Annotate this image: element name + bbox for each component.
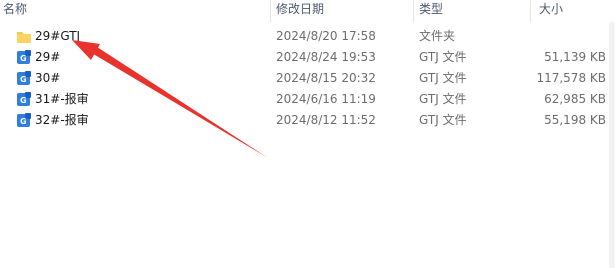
file-row[interactable]: G 31#-报审 2024/6/16 11:19 GTJ 文件 62,985 KB bbox=[0, 89, 606, 110]
gtj-file-icon: G bbox=[16, 71, 32, 86]
svg-text:G: G bbox=[20, 117, 27, 126]
svg-text:G: G bbox=[20, 54, 27, 63]
file-name: 29# bbox=[35, 50, 61, 64]
folder-icon bbox=[16, 29, 32, 44]
gtj-file-icon: G bbox=[16, 50, 32, 65]
column-divider[interactable] bbox=[413, 0, 414, 22]
file-type: GTJ 文件 bbox=[419, 113, 467, 127]
svg-text:G: G bbox=[20, 96, 27, 105]
file-size: 55,198 KB bbox=[544, 113, 606, 127]
column-header-type[interactable]: 类型 bbox=[416, 0, 530, 22]
file-row[interactable]: G 32#-报审 2024/8/12 11:52 GTJ 文件 55,198 KB bbox=[0, 110, 606, 131]
file-name: 31#-报审 bbox=[35, 92, 89, 106]
file-row[interactable]: G 29# 2024/8/24 19:53 GTJ 文件 51,139 KB bbox=[0, 47, 606, 68]
gtj-file-icon: G bbox=[16, 113, 32, 128]
file-date: 2024/8/24 19:53 bbox=[276, 50, 376, 64]
column-header: 名称 修改日期 类型 大小 bbox=[0, 0, 615, 22]
file-size: 51,139 KB bbox=[544, 50, 606, 64]
file-type: GTJ 文件 bbox=[419, 71, 467, 85]
file-size bbox=[526, 26, 606, 47]
file-size: 117,578 KB bbox=[536, 71, 606, 85]
file-date: 2024/8/15 20:32 bbox=[276, 71, 376, 85]
file-row[interactable]: 29#GTJ 2024/8/20 17:58 文件夹 bbox=[0, 26, 606, 47]
file-date: 2024/8/20 17:58 bbox=[276, 29, 376, 43]
svg-text:G: G bbox=[20, 75, 27, 84]
column-header-size[interactable]: 大小 bbox=[536, 0, 615, 22]
file-date: 2024/6/16 11:19 bbox=[276, 92, 376, 106]
gtj-file-icon: G bbox=[16, 92, 32, 107]
file-row[interactable]: G 30# 2024/8/15 20:32 GTJ 文件 117,578 KB bbox=[0, 68, 606, 89]
file-size: 62,985 KB bbox=[544, 92, 606, 106]
file-name: 30# bbox=[35, 71, 61, 85]
column-divider[interactable] bbox=[530, 0, 531, 22]
file-type: GTJ 文件 bbox=[419, 50, 467, 64]
column-header-name[interactable]: 名称 bbox=[0, 0, 270, 22]
file-date: 2024/8/12 11:52 bbox=[276, 113, 376, 127]
column-divider[interactable] bbox=[270, 0, 271, 22]
file-type: GTJ 文件 bbox=[419, 92, 467, 106]
column-header-date[interactable]: 修改日期 bbox=[273, 0, 413, 22]
file-name: 32#-报审 bbox=[35, 113, 89, 127]
file-name: 29#GTJ bbox=[35, 29, 81, 43]
vertical-scrollbar[interactable] bbox=[609, 22, 615, 268]
file-type: 文件夹 bbox=[419, 29, 456, 43]
